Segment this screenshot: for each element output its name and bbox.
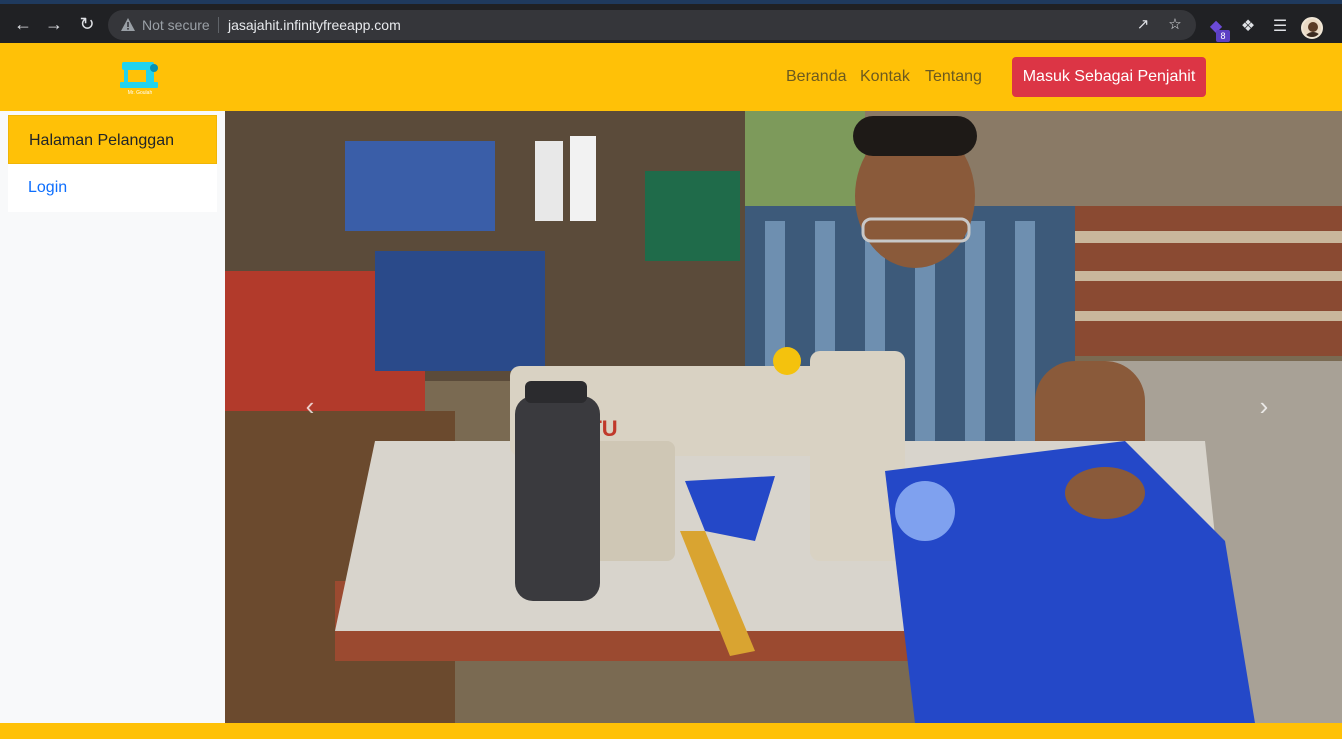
browser-chrome: ← → ↻ Not secure jasajahit.infinityfreea…: [0, 0, 1342, 43]
sidebar: Halaman Pelanggan Login: [0, 111, 225, 723]
puzzle-icon[interactable]: ❖: [1237, 16, 1259, 38]
footer-strip: [0, 723, 1342, 739]
omnibox-divider: [218, 17, 219, 33]
warning-icon: [121, 18, 135, 31]
carousel-prev-chevron-icon[interactable]: ‹: [295, 391, 325, 421]
avatar[interactable]: [1301, 17, 1323, 39]
bookmark-star-icon[interactable]: ☆: [1166, 16, 1184, 34]
share-icon[interactable]: ↗: [1134, 16, 1152, 34]
sidebar-item-halaman-pelanggan[interactable]: Halaman Pelanggan: [8, 115, 217, 164]
nav-link-kontak[interactable]: Kontak: [860, 68, 910, 86]
address-bar[interactable]: Not secure jasajahit.infinityfreeapp.com…: [108, 10, 1196, 40]
hero-carousel: JITU ‹ ›: [225, 111, 1342, 723]
media-queue-icon[interactable]: ☰: [1269, 16, 1291, 38]
url-text[interactable]: jasajahit.infinityfreeapp.com: [228, 17, 401, 33]
nav-link-beranda[interactable]: Beranda: [786, 68, 847, 86]
reload-icon[interactable]: ↻: [76, 13, 98, 35]
extension-badge: 8: [1216, 30, 1230, 42]
sidebar-item-login[interactable]: Login: [8, 164, 217, 212]
back-icon[interactable]: ←: [12, 13, 34, 35]
carousel-next-chevron-icon[interactable]: ›: [1249, 391, 1279, 421]
forward-icon[interactable]: →: [43, 13, 65, 35]
tailor-photo: JITU: [225, 111, 1342, 723]
security-label: Not secure: [142, 17, 210, 33]
login-as-tailor-button[interactable]: Masuk Sebagai Penjahit: [1012, 57, 1206, 97]
nav-link-tentang[interactable]: Tentang: [925, 68, 982, 86]
site-navbar: Mr. Goulah Beranda Kontak Tentang Masuk …: [0, 43, 1342, 111]
logo-text: Mr. Goulah: [127, 90, 153, 96]
